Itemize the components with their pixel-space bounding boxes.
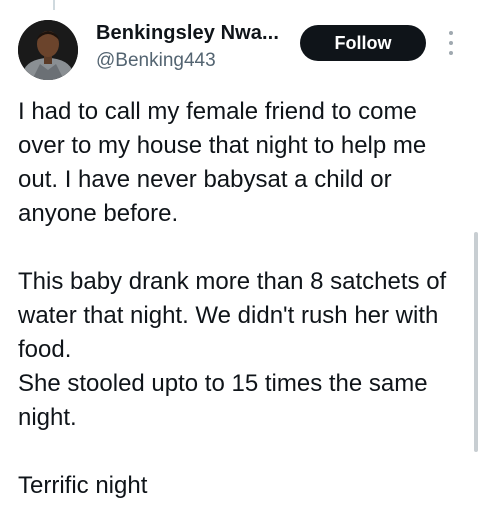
thread-connector-line [53, 0, 55, 10]
tweet-paragraph: This baby drank more than 8 satchets of … [18, 268, 447, 363]
tweet-paragraph: Terrific night [18, 472, 148, 499]
dot [449, 51, 453, 55]
tweet-text: I had to call my female friend to come o… [18, 95, 463, 503]
author-handle[interactable]: @Benking443 [96, 50, 216, 72]
scrollbar[interactable] [474, 232, 478, 452]
tweet-paragraph: I had to call my female friend to come o… [18, 98, 427, 227]
vertical-ellipsis-icon[interactable] [444, 31, 458, 55]
tweet-paragraph: She stooled upto to 15 times the same ni… [18, 370, 428, 431]
author-display-name[interactable]: Benkingsley Nwa... [96, 22, 279, 45]
profile-photo-icon [18, 20, 78, 80]
dot [449, 41, 453, 45]
avatar[interactable] [18, 20, 78, 80]
follow-button[interactable]: Follow [300, 25, 426, 61]
dot [449, 31, 453, 35]
